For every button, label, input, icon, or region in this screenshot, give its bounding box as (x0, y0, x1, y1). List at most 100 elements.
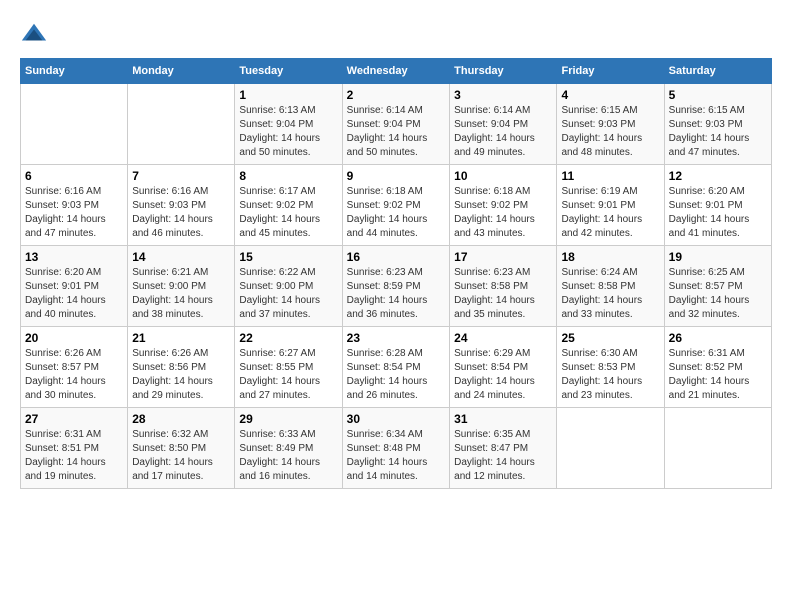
calendar-cell (128, 84, 235, 165)
day-number: 28 (132, 412, 230, 426)
calendar-cell: 10 Sunrise: 6:18 AM Sunset: 9:02 PM Dayli… (450, 165, 557, 246)
calendar-cell (21, 84, 128, 165)
calendar-cell: 8Sunrise: 6:17 AM Sunset: 9:02 PM Daylig… (235, 165, 342, 246)
day-info: Sunrise: 6:22 AM Sunset: 9:00 PM Dayligh… (239, 266, 337, 322)
day-number: 22 (239, 331, 337, 345)
day-info: Sunrise: 6:27 AM Sunset: 8:55 PM Dayligh… (239, 347, 337, 403)
day-number: 26 (669, 331, 767, 345)
calendar-cell: 20 Sunrise: 6:26 AM Sunset: 8:57 PM Dayli… (21, 327, 128, 408)
weekday-header-row: SundayMondayTuesdayWednesdayThursdayFrid… (21, 59, 772, 84)
day-info: Sunrise: 6:16 AM Sunset: 9:03 PM Dayligh… (132, 185, 230, 241)
day-number: 25 (561, 331, 659, 345)
weekday-header-cell: Thursday (450, 59, 557, 84)
day-number: 12 (669, 169, 767, 183)
day-number: 2 (347, 88, 445, 102)
day-info: Sunrise: 6:13 AM Sunset: 9:04 PM Dayligh… (239, 104, 337, 160)
calendar-cell (664, 408, 771, 489)
calendar-cell: 7 Sunrise: 6:16 AM Sunset: 9:03 PM Daylig… (128, 165, 235, 246)
day-number: 15 (239, 250, 337, 264)
weekday-header-cell: Friday (557, 59, 664, 84)
calendar-cell (557, 408, 664, 489)
weekday-header-cell: Monday (128, 59, 235, 84)
weekday-header-cell: Saturday (664, 59, 771, 84)
calendar-body: 1Sunrise: 6:13 AM Sunset: 9:04 PM Daylig… (21, 84, 772, 489)
day-number: 31 (454, 412, 552, 426)
calendar-cell: 28 Sunrise: 6:32 AM Sunset: 8:50 PM Dayli… (128, 408, 235, 489)
day-number: 19 (669, 250, 767, 264)
calendar-cell: 24 Sunrise: 6:29 AM Sunset: 8:54 PM Dayli… (450, 327, 557, 408)
day-number: 27 (25, 412, 123, 426)
day-info: Sunrise: 6:16 AM Sunset: 9:03 PM Dayligh… (25, 185, 123, 241)
day-info: Sunrise: 6:30 AM Sunset: 8:53 PM Dayligh… (561, 347, 659, 403)
calendar-cell: 29 Sunrise: 6:33 AM Sunset: 8:49 PM Dayli… (235, 408, 342, 489)
day-info: Sunrise: 6:17 AM Sunset: 9:02 PM Dayligh… (239, 185, 337, 241)
calendar-week-row: 13Sunrise: 6:20 AM Sunset: 9:01 PM Dayli… (21, 246, 772, 327)
logo (20, 20, 52, 48)
calendar-cell: 9Sunrise: 6:18 AM Sunset: 9:02 PM Daylig… (342, 165, 449, 246)
day-info: Sunrise: 6:28 AM Sunset: 8:54 PM Dayligh… (347, 347, 445, 403)
day-number: 30 (347, 412, 445, 426)
calendar-cell: 11 Sunrise: 6:19 AM Sunset: 9:01 PM Dayli… (557, 165, 664, 246)
day-number: 18 (561, 250, 659, 264)
calendar-cell: 6 Sunrise: 6:16 AM Sunset: 9:03 PM Daylig… (21, 165, 128, 246)
day-info: Sunrise: 6:35 AM Sunset: 8:47 PM Dayligh… (454, 428, 552, 484)
calendar-table: SundayMondayTuesdayWednesdayThursdayFrid… (20, 58, 772, 489)
day-number: 10 (454, 169, 552, 183)
day-number: 17 (454, 250, 552, 264)
calendar-week-row: 6 Sunrise: 6:16 AM Sunset: 9:03 PM Daylig… (21, 165, 772, 246)
calendar-cell: 30 Sunrise: 6:34 AM Sunset: 8:48 PM Dayli… (342, 408, 449, 489)
day-info: Sunrise: 6:20 AM Sunset: 9:01 PM Dayligh… (669, 185, 767, 241)
day-info: Sunrise: 6:19 AM Sunset: 9:01 PM Dayligh… (561, 185, 659, 241)
page-header (20, 20, 772, 48)
weekday-header-cell: Tuesday (235, 59, 342, 84)
day-info: Sunrise: 6:14 AM Sunset: 9:04 PM Dayligh… (347, 104, 445, 160)
day-info: Sunrise: 6:26 AM Sunset: 8:56 PM Dayligh… (132, 347, 230, 403)
day-number: 9 (347, 169, 445, 183)
day-info: Sunrise: 6:32 AM Sunset: 8:50 PM Dayligh… (132, 428, 230, 484)
day-number: 3 (454, 88, 552, 102)
calendar-cell: 5 Sunrise: 6:15 AM Sunset: 9:03 PM Daylig… (664, 84, 771, 165)
calendar-cell: 14 Sunrise: 6:21 AM Sunset: 9:00 PM Dayli… (128, 246, 235, 327)
calendar-cell: 26 Sunrise: 6:31 AM Sunset: 8:52 PM Dayli… (664, 327, 771, 408)
day-number: 4 (561, 88, 659, 102)
day-number: 16 (347, 250, 445, 264)
day-number: 29 (239, 412, 337, 426)
day-info: Sunrise: 6:15 AM Sunset: 9:03 PM Dayligh… (669, 104, 767, 160)
day-number: 24 (454, 331, 552, 345)
day-info: Sunrise: 6:33 AM Sunset: 8:49 PM Dayligh… (239, 428, 337, 484)
calendar-cell: 3 Sunrise: 6:14 AM Sunset: 9:04 PM Daylig… (450, 84, 557, 165)
calendar-cell: 18Sunrise: 6:24 AM Sunset: 8:58 PM Dayli… (557, 246, 664, 327)
day-number: 14 (132, 250, 230, 264)
calendar-week-row: 20 Sunrise: 6:26 AM Sunset: 8:57 PM Dayli… (21, 327, 772, 408)
day-number: 6 (25, 169, 123, 183)
day-info: Sunrise: 6:26 AM Sunset: 8:57 PM Dayligh… (25, 347, 123, 403)
calendar-cell: 19 Sunrise: 6:25 AM Sunset: 8:57 PM Dayli… (664, 246, 771, 327)
day-number: 11 (561, 169, 659, 183)
day-info: Sunrise: 6:29 AM Sunset: 8:54 PM Dayligh… (454, 347, 552, 403)
calendar-cell: 25 Sunrise: 6:30 AM Sunset: 8:53 PM Dayli… (557, 327, 664, 408)
calendar-cell: 27Sunrise: 6:31 AM Sunset: 8:51 PM Dayli… (21, 408, 128, 489)
day-info: Sunrise: 6:34 AM Sunset: 8:48 PM Dayligh… (347, 428, 445, 484)
day-info: Sunrise: 6:31 AM Sunset: 8:52 PM Dayligh… (669, 347, 767, 403)
weekday-header-cell: Sunday (21, 59, 128, 84)
calendar-week-row: 1Sunrise: 6:13 AM Sunset: 9:04 PM Daylig… (21, 84, 772, 165)
day-info: Sunrise: 6:18 AM Sunset: 9:02 PM Dayligh… (454, 185, 552, 241)
day-info: Sunrise: 6:21 AM Sunset: 9:00 PM Dayligh… (132, 266, 230, 322)
calendar-cell: 31 Sunrise: 6:35 AM Sunset: 8:47 PM Dayli… (450, 408, 557, 489)
day-info: Sunrise: 6:25 AM Sunset: 8:57 PM Dayligh… (669, 266, 767, 322)
day-number: 7 (132, 169, 230, 183)
calendar-cell: 13Sunrise: 6:20 AM Sunset: 9:01 PM Dayli… (21, 246, 128, 327)
calendar-cell: 4 Sunrise: 6:15 AM Sunset: 9:03 PM Daylig… (557, 84, 664, 165)
calendar-cell: 15 Sunrise: 6:22 AM Sunset: 9:00 PM Dayli… (235, 246, 342, 327)
logo-icon (20, 20, 48, 48)
day-number: 21 (132, 331, 230, 345)
day-info: Sunrise: 6:14 AM Sunset: 9:04 PM Dayligh… (454, 104, 552, 160)
calendar-cell: 17 Sunrise: 6:23 AM Sunset: 8:58 PM Dayli… (450, 246, 557, 327)
day-number: 20 (25, 331, 123, 345)
weekday-header-cell: Wednesday (342, 59, 449, 84)
day-number: 5 (669, 88, 767, 102)
day-info: Sunrise: 6:23 AM Sunset: 8:58 PM Dayligh… (454, 266, 552, 322)
day-info: Sunrise: 6:15 AM Sunset: 9:03 PM Dayligh… (561, 104, 659, 160)
calendar-cell: 21 Sunrise: 6:26 AM Sunset: 8:56 PM Dayli… (128, 327, 235, 408)
day-number: 13 (25, 250, 123, 264)
